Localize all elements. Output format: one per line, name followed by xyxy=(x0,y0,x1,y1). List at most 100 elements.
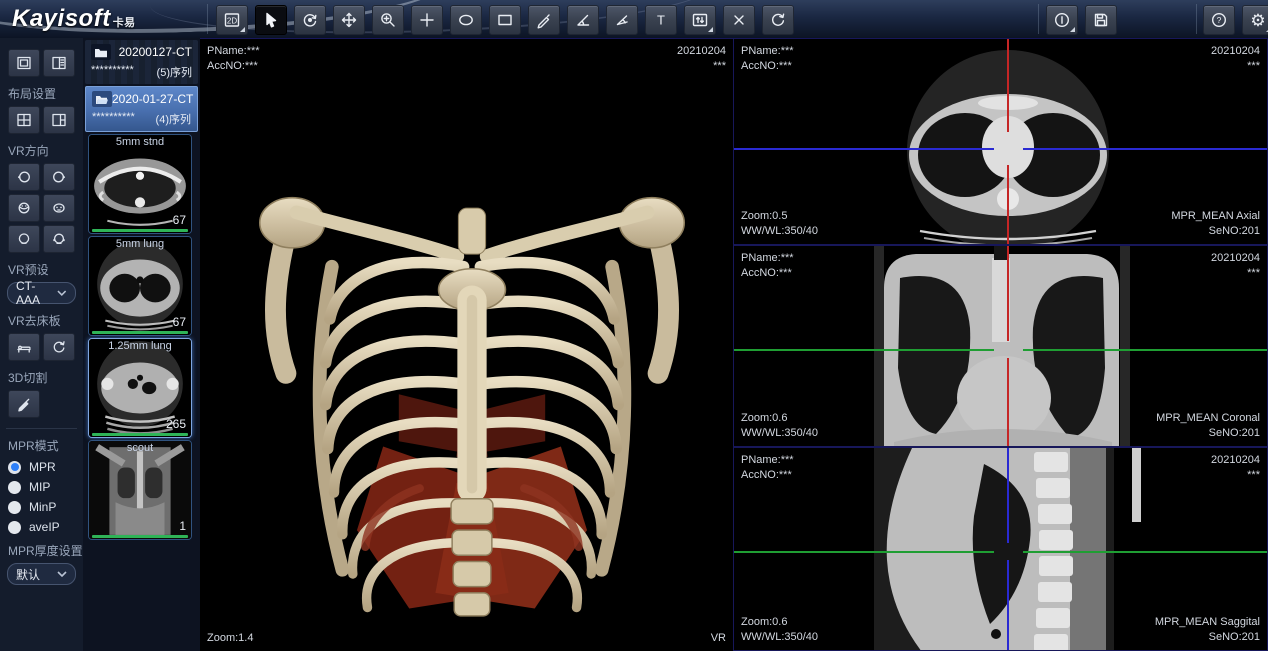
thumbnail-1-25mm-lung-selected[interactable]: 1.25mm lung 265 xyxy=(88,338,192,438)
head-front-icon xyxy=(51,200,67,216)
angle-icon xyxy=(574,11,592,29)
mpr-mode-option-mip[interactable]: MIP xyxy=(8,480,75,494)
vr-mode-overlay: VR xyxy=(711,631,726,646)
study-patient: ********** xyxy=(92,111,135,127)
coronal-crosshair-h-left xyxy=(734,349,994,351)
mpr-sagittal-viewport[interactable]: PName:*** AccNO:*** 20210204 *** Zoom:0.… xyxy=(733,447,1268,651)
save-button[interactable] xyxy=(1085,5,1117,35)
thumbnail-label: 5mm lung xyxy=(89,238,191,250)
zoom-tool-button[interactable] xyxy=(372,5,404,35)
pencil-icon xyxy=(535,11,553,29)
dicom-viewer-window: Kayisoft卡易 2D xyxy=(0,0,1268,651)
toolbar-info-group xyxy=(1046,5,1117,35)
vr-patient-overlay: PName:*** AccNO:*** xyxy=(207,44,260,74)
layout-1plus2-button[interactable] xyxy=(43,106,75,134)
mpr-mode-option-label: MinP xyxy=(29,500,56,514)
vr-3d-viewport[interactable]: PName:*** AccNO:*** 20210204 *** Zoom:1.… xyxy=(200,38,733,651)
mpr-thickness-dropdown[interactable]: 默认 xyxy=(7,563,76,585)
thumbnail-image-count: 67 xyxy=(173,315,186,329)
ellipse-roi-tool-button[interactable] xyxy=(450,5,482,35)
study-item-1[interactable]: 20200127-CT ********** (5)序列 xyxy=(85,40,198,84)
patient-info-button[interactable] xyxy=(1046,5,1078,35)
svg-text:T: T xyxy=(657,13,665,28)
scalpel-icon xyxy=(16,396,32,412)
scalpel-button[interactable] xyxy=(8,390,40,418)
help-button[interactable]: ? xyxy=(1203,5,1235,35)
app-logo: Kayisoft卡易 xyxy=(12,5,136,33)
mpr-mode-option-label: aveIP xyxy=(29,520,60,534)
window-level-tool-button[interactable] xyxy=(684,5,716,35)
cursor-tool-button[interactable] xyxy=(255,5,287,35)
toolbar-separator xyxy=(207,4,208,34)
save-disk-icon xyxy=(1092,11,1110,29)
mpr-mode-option-minp[interactable]: MinP xyxy=(8,500,75,514)
rotate-3d-tool-button[interactable] xyxy=(294,5,326,35)
study-series-count: (4)序列 xyxy=(156,111,191,127)
study-series-count: (5)序列 xyxy=(157,64,192,80)
reset-icon xyxy=(769,11,787,29)
chevron-down-icon xyxy=(57,571,67,577)
cut-3d-label: 3D切割 xyxy=(8,369,77,386)
vr-mode-label: VR xyxy=(711,631,726,646)
chevron-down-icon xyxy=(57,290,67,296)
thumbnail-5mm-stnd[interactable]: 5mm stnd 67 xyxy=(88,134,192,234)
svg-text:?: ? xyxy=(1217,15,1222,25)
vr-orient-left-button[interactable] xyxy=(8,163,40,191)
reset-view-button[interactable] xyxy=(762,5,794,35)
vr-preset-dropdown[interactable]: CT-AAA xyxy=(7,282,76,304)
thumbnail-scout[interactable]: scout 1 xyxy=(88,440,192,540)
vr-orient-back-button[interactable] xyxy=(8,225,40,253)
vr-orient-face-button[interactable] xyxy=(43,194,75,222)
crosshair-icon xyxy=(418,11,436,29)
mpr-mode-option-mpr[interactable]: MPR xyxy=(8,460,75,474)
pan-tool-button[interactable] xyxy=(333,5,365,35)
coronal-crosshair-h-right xyxy=(1023,349,1267,351)
mpr-coronal-viewport[interactable]: PName:*** AccNO:*** 20210204 *** Zoom:0.… xyxy=(733,245,1268,447)
cut-3d-row xyxy=(8,390,75,418)
mpr-thickness-label: MPR厚度设置 xyxy=(8,542,77,559)
vr-orient-front-ears-button[interactable] xyxy=(43,225,75,253)
thumbnail-label: scout xyxy=(89,442,191,454)
study-item-2-selected[interactable]: 2020-01-27-CT ********** (4)序列 xyxy=(85,86,198,132)
coronal-crosshair-v-bottom xyxy=(1007,358,1009,446)
vr-orient-right-button[interactable] xyxy=(43,163,75,191)
restore-bed-button[interactable] xyxy=(43,333,75,361)
zoom-icon xyxy=(379,11,397,29)
sagittal-crosshair-h-right xyxy=(1023,551,1267,553)
layout-grid-icon xyxy=(16,112,32,128)
vr-accno: AccNO:*** xyxy=(207,59,260,74)
remove-bed-button[interactable] xyxy=(8,333,40,361)
thumbnail-5mm-lung[interactable]: 5mm lung 67 xyxy=(88,236,192,336)
rect-roi-tool-button[interactable] xyxy=(489,5,521,35)
mpr-mode-option-label: MIP xyxy=(29,480,50,494)
vr-orient-head-button[interactable] xyxy=(8,194,40,222)
delete-annotation-button[interactable] xyxy=(723,5,755,35)
mpr-mode-option-aveip[interactable]: aveIP xyxy=(8,520,75,534)
thumbnail-progress-bar xyxy=(92,535,188,538)
crosshair-tool-button[interactable] xyxy=(411,5,443,35)
vr-study-date: 20210204 xyxy=(677,44,726,59)
cobb-angle-tool-button[interactable] xyxy=(606,5,638,35)
settings-button[interactable]: ⚙ xyxy=(1242,5,1268,35)
image-2d-button[interactable]: 2D xyxy=(216,5,248,35)
thumbnail-progress-bar xyxy=(92,331,188,334)
undo-circle-icon xyxy=(51,339,67,355)
vr-orient-row-2 xyxy=(8,194,75,222)
close-x-icon xyxy=(730,11,748,29)
angle-tool-button[interactable] xyxy=(567,5,599,35)
vr-bed-row xyxy=(8,333,75,361)
series-panel: 20200127-CT ********** (5)序列 2020-01-27-… xyxy=(83,38,200,651)
bed-icon xyxy=(16,339,32,355)
layout-single-button[interactable] xyxy=(8,49,40,77)
logo-text-cn: 卡易 xyxy=(113,17,136,29)
layout-report-button[interactable] xyxy=(43,49,75,77)
vr-ribcage-rendering xyxy=(242,139,702,639)
thumbnail-label: 1.25mm lung xyxy=(89,340,191,352)
cursor-icon xyxy=(262,11,280,29)
measure-line-tool-button[interactable] xyxy=(528,5,560,35)
layout-grid-2x2-button[interactable] xyxy=(8,106,40,134)
text-annotation-tool-button[interactable]: T xyxy=(645,5,677,35)
help-icon: ? xyxy=(1210,11,1228,29)
vr-stars: *** xyxy=(677,59,726,74)
mpr-axial-viewport[interactable]: PName:*** AccNO:*** 20210204 *** Zoom:0.… xyxy=(733,38,1268,245)
